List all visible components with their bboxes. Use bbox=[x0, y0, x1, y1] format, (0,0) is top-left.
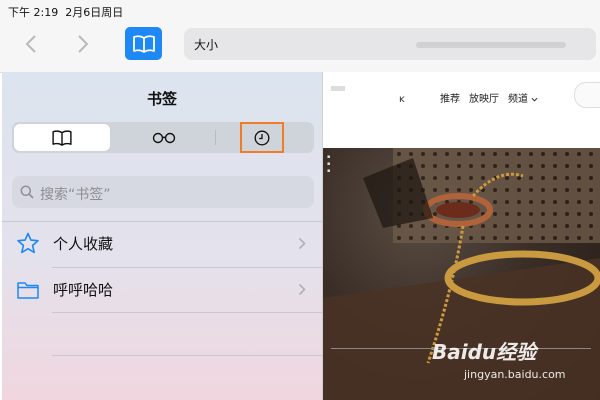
bookmark-folder[interactable]: 呼呼哈哈 bbox=[53, 279, 113, 300]
site-nav-channels-label: 频道 bbox=[508, 94, 528, 105]
tab-history[interactable] bbox=[240, 122, 284, 153]
book-icon bbox=[132, 34, 155, 53]
site-nav-channels[interactable]: 频道 bbox=[508, 90, 538, 105]
search-placeholder: 搜索“书签” bbox=[40, 187, 111, 203]
watermark-logo: Baidu经验 bbox=[432, 340, 537, 364]
forward-button[interactable] bbox=[72, 32, 94, 56]
chevron-right-icon bbox=[78, 35, 89, 53]
watermark-url: jingyan.baidu.com bbox=[464, 368, 566, 381]
site-nav-recommend[interactable]: 推荐 bbox=[440, 90, 460, 105]
tab-reading-list[interactable] bbox=[116, 124, 212, 151]
search-icon bbox=[20, 185, 34, 199]
site-header-glyph: ĸ bbox=[399, 94, 405, 105]
chevron-right-icon bbox=[298, 283, 306, 296]
video-overlay-menu: ▪ ▪ ▪ bbox=[327, 154, 331, 174]
sidebar-toggle-button[interactable] bbox=[125, 27, 162, 60]
divider bbox=[52, 312, 322, 313]
page-spacer bbox=[323, 122, 600, 149]
address-bar[interactable]: 大小 bbox=[184, 28, 596, 60]
glasses-icon bbox=[152, 132, 176, 143]
divider bbox=[2, 221, 322, 222]
bookmarks-search-field[interactable]: 搜索“书签” bbox=[12, 176, 314, 208]
segment-divider bbox=[215, 130, 216, 145]
browser-toolbar: 下午 2:19 2月6日周日 大小 bbox=[0, 0, 600, 73]
star-icon bbox=[17, 232, 39, 254]
sidebar-tab-control bbox=[12, 122, 314, 153]
clock-icon bbox=[254, 130, 270, 145]
address-url-obscured bbox=[416, 42, 566, 48]
chevron-down-icon bbox=[531, 97, 538, 102]
chevron-left-icon bbox=[25, 35, 36, 53]
site-logo bbox=[331, 86, 345, 91]
folder-icon bbox=[17, 282, 39, 299]
site-nav-screening-hall[interactable]: 放映厅 bbox=[469, 90, 499, 105]
book-icon bbox=[52, 129, 72, 146]
address-text: 大小 bbox=[194, 38, 219, 52]
status-bar-time: 下午 2:19 2月6日周日 bbox=[8, 6, 124, 19]
tab-bookmarks[interactable] bbox=[14, 124, 110, 151]
divider bbox=[52, 267, 322, 268]
sidebar-title: 书签 bbox=[146, 90, 177, 108]
site-search-box[interactable] bbox=[574, 82, 600, 108]
site-header: ĸ 推荐 放映厅 频道 bbox=[323, 72, 600, 122]
watermark: Baidu经验 jingyan.baidu.com bbox=[432, 336, 592, 392]
back-button[interactable] bbox=[20, 32, 42, 56]
divider bbox=[52, 355, 322, 356]
chevron-right-icon bbox=[298, 237, 306, 250]
bookmark-item-favorites[interactable]: 个人收藏 bbox=[53, 233, 113, 254]
bookmarks-sidebar: 书签 搜索“书签” 个人收藏 呼呼哈哈 bbox=[2, 72, 322, 400]
